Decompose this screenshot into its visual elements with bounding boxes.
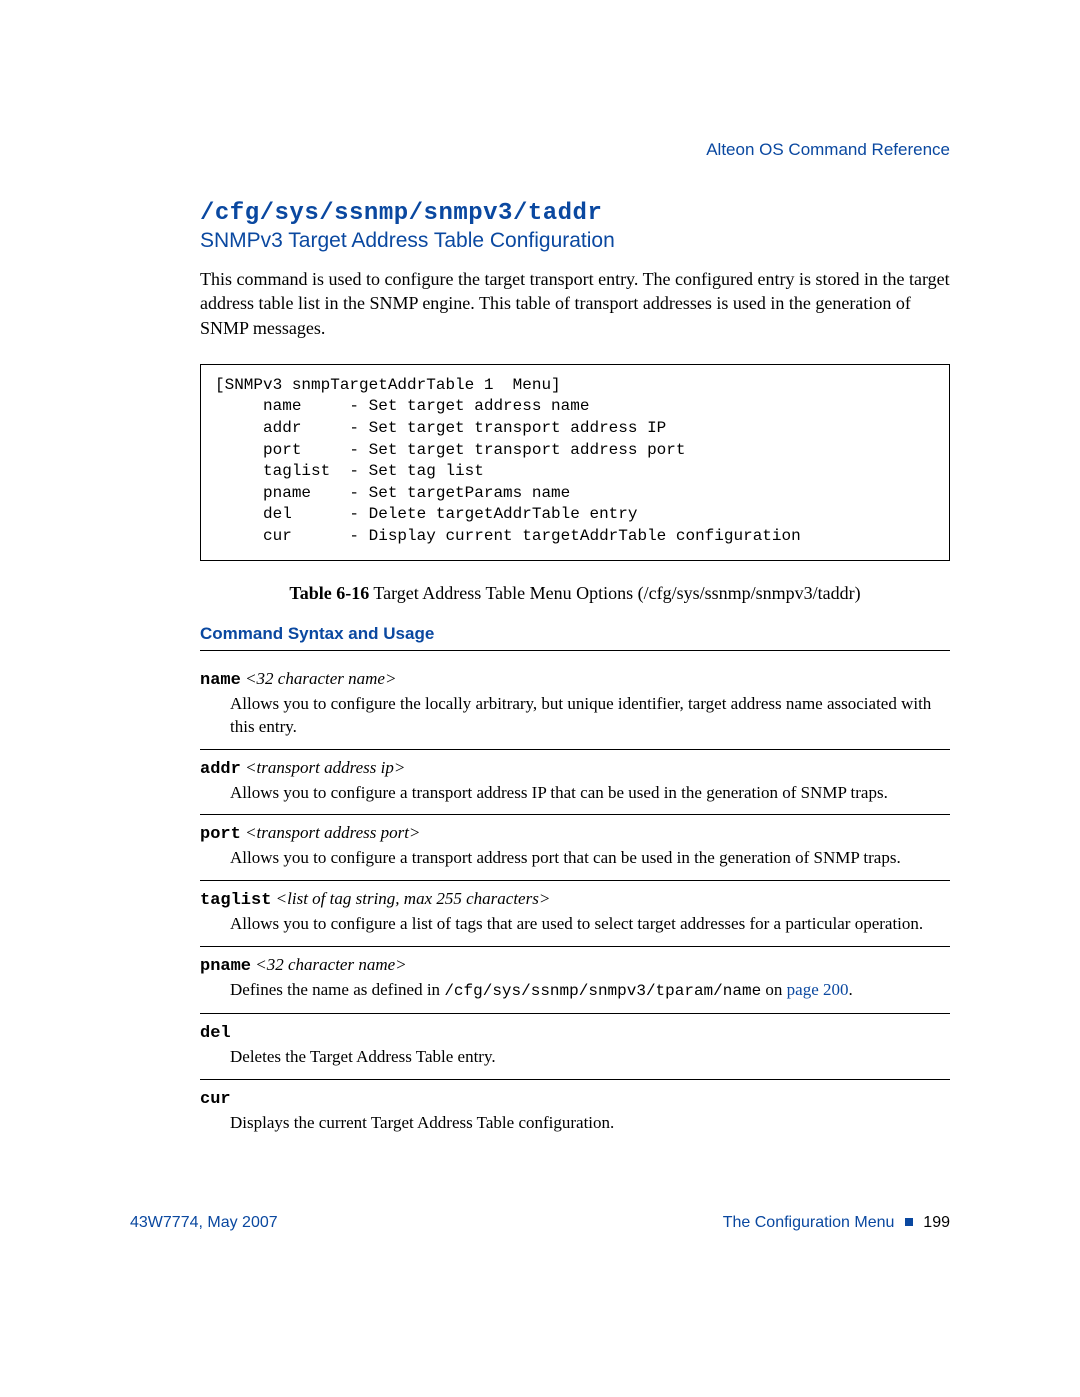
command-entry: name <32 character name> Allows you to co…: [200, 661, 950, 750]
menu-code-block: [SNMPv3 snmpTargetAddrTable 1 Menu] name…: [200, 364, 950, 561]
command-name: name: [200, 671, 241, 690]
command-name: taglist: [200, 891, 271, 910]
command-signature: port <transport address port>: [200, 823, 950, 844]
command-description: Defines the name as defined in /cfg/sys/…: [230, 979, 950, 1003]
command-table-body: name <32 character name> Allows you to co…: [200, 661, 950, 1145]
command-signature: taglist <list of tag string, max 255 cha…: [200, 889, 950, 910]
command-signature: pname <32 character name>: [200, 955, 950, 976]
command-entry: del Deletes the Target Address Table entr…: [200, 1014, 950, 1080]
command-entry: pname <32 character name> Defines the nam…: [200, 947, 950, 1014]
running-header: Alteon OS Command Reference: [706, 140, 950, 160]
footer-section-label: The Configuration Menu: [723, 1214, 895, 1231]
intro-paragraph: This command is used to configure the ta…: [200, 267, 950, 340]
page-link[interactable]: page 200: [787, 980, 849, 999]
command-description: Allows you to configure the locally arbi…: [230, 693, 950, 739]
command-description: Allows you to configure a transport addr…: [230, 847, 950, 870]
table-caption: Table 6-16 Target Address Table Menu Opt…: [200, 583, 950, 604]
command-param: <32 character name>: [245, 669, 396, 688]
table-caption-text: Target Address Table Menu Options (/cfg/…: [369, 583, 860, 603]
command-signature: name <32 character name>: [200, 669, 950, 690]
table-column-header: Command Syntax and Usage: [200, 624, 950, 651]
command-path-title: /cfg/sys/ssnmp/snmpv3/taddr: [200, 200, 950, 227]
command-param: <transport address port>: [245, 823, 420, 842]
command-description: Allows you to configure a transport addr…: [230, 782, 950, 805]
command-name: cur: [200, 1090, 231, 1109]
footer-right: The Configuration Menu 199: [723, 1214, 950, 1232]
command-entry: cur Displays the current Target Address T…: [200, 1080, 950, 1145]
command-description: Deletes the Target Address Table entry.: [230, 1046, 950, 1069]
command-description: Displays the current Target Address Tabl…: [230, 1112, 950, 1135]
command-name: del: [200, 1024, 231, 1043]
command-signature: cur: [200, 1088, 950, 1109]
command-param: <32 character name>: [255, 955, 406, 974]
page-number: 199: [923, 1214, 950, 1231]
inline-code: /cfg/sys/ssnmp/snmpv3/tparam/name: [444, 982, 761, 1000]
command-name: pname: [200, 957, 251, 976]
command-entry: taglist <list of tag string, max 255 cha…: [200, 881, 950, 947]
command-name: port: [200, 825, 241, 844]
command-description: Allows you to configure a list of tags t…: [230, 913, 950, 936]
command-param: <list of tag string, max 255 characters>: [276, 889, 551, 908]
page: Alteon OS Command Reference /cfg/sys/ssn…: [0, 0, 1080, 1397]
command-param: <transport address ip>: [245, 758, 405, 777]
command-signature: del: [200, 1022, 950, 1043]
table-label: Table 6-16: [289, 583, 369, 603]
footer-left: 43W7774, May 2007: [130, 1214, 278, 1232]
section-subtitle: SNMPv3 Target Address Table Configuratio…: [200, 229, 950, 253]
command-signature: addr <transport address ip>: [200, 758, 950, 779]
command-name: addr: [200, 760, 241, 779]
command-entry: addr <transport address ip> Allows you to…: [200, 750, 950, 816]
square-bullet-icon: [905, 1218, 913, 1226]
command-entry: port <transport address port> Allows you …: [200, 815, 950, 881]
page-footer: 43W7774, May 2007 The Configuration Menu…: [130, 1214, 950, 1232]
